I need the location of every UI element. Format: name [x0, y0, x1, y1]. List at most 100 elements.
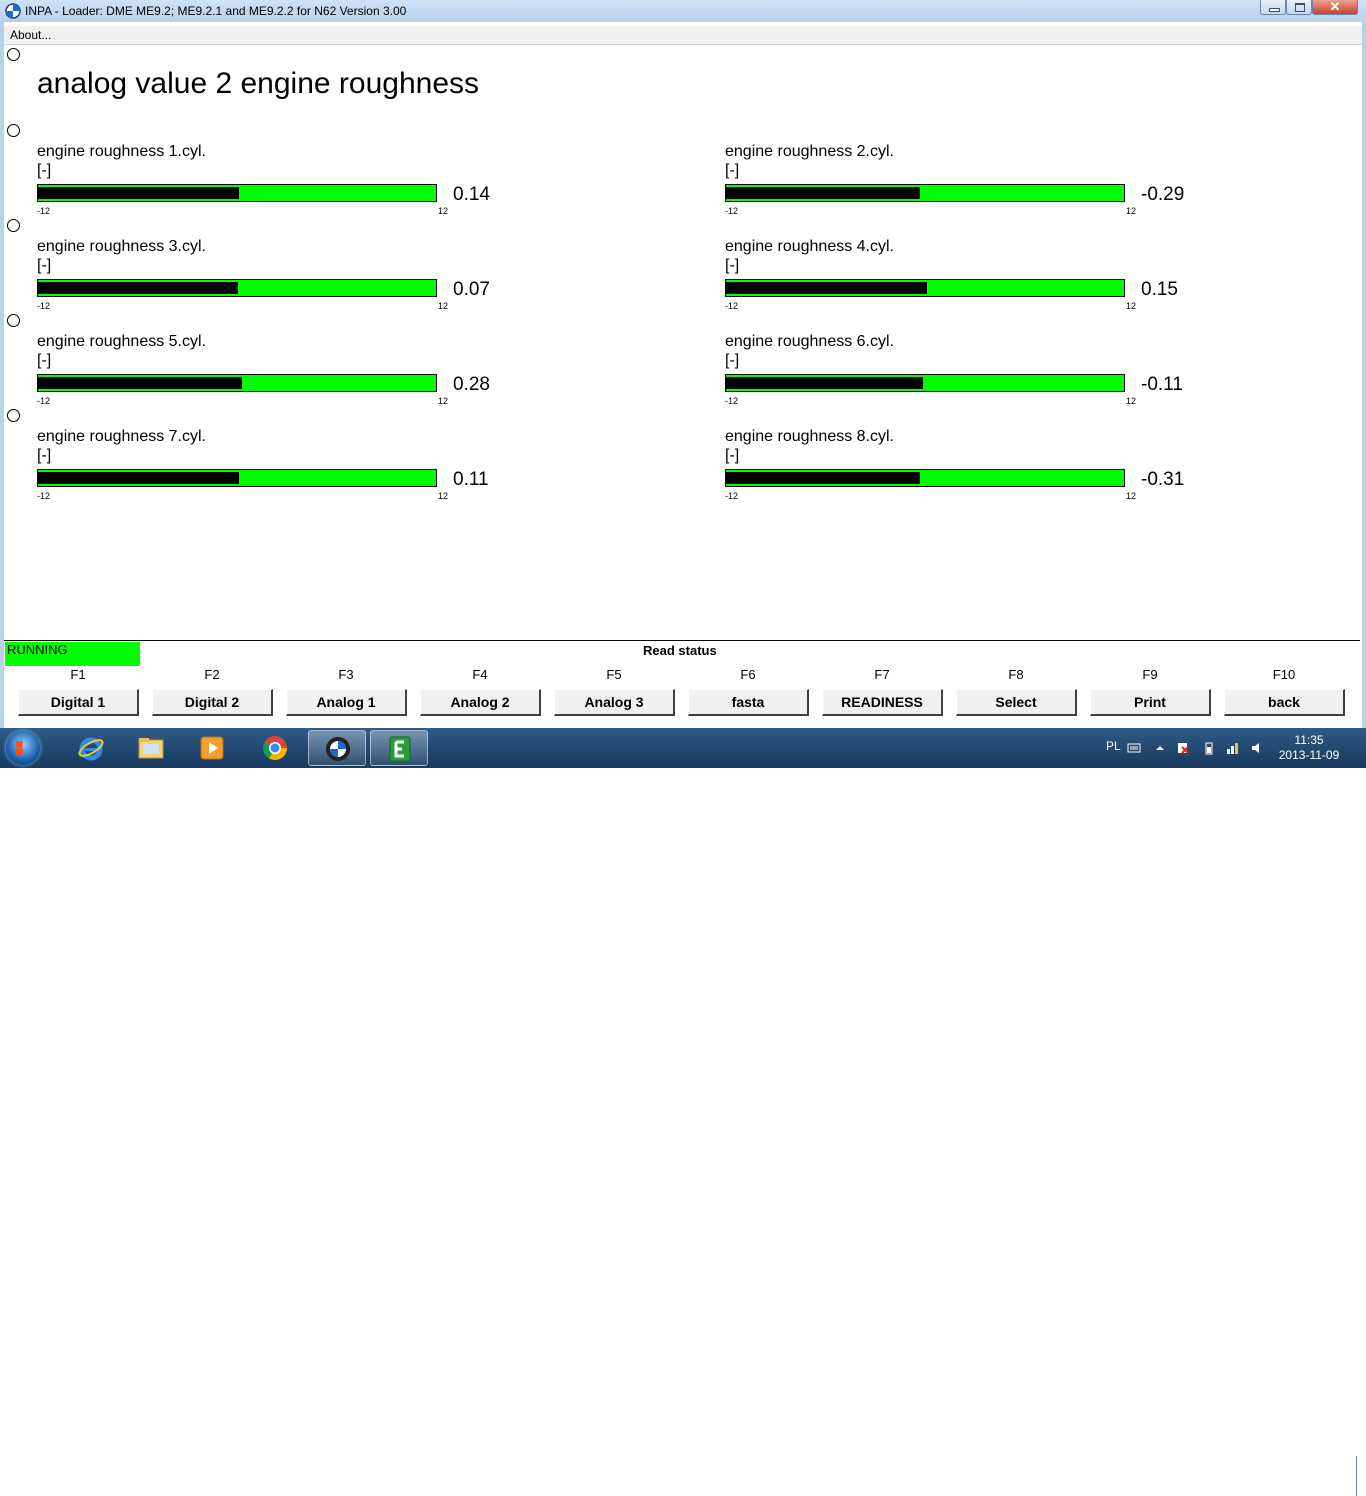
chrome-icon: [262, 736, 287, 761]
bmw-icon: [326, 737, 350, 761]
meter-unit: [-]: [725, 447, 740, 464]
meter-label: engine roughness 1.cyl.: [37, 143, 206, 160]
meter-value: 0.14: [453, 184, 490, 205]
meter-unit: [-]: [37, 162, 52, 179]
meter-value: -0.11: [1141, 374, 1183, 395]
meter-unit: [-]: [37, 447, 52, 464]
meter-bar: [725, 469, 1125, 487]
meter-bar-fill: [726, 472, 920, 484]
page-title: analog value 2 engine roughness: [37, 67, 480, 100]
fkey-button-f1[interactable]: Digital 1: [18, 689, 139, 716]
radio-button-3[interactable]: [7, 219, 20, 232]
meter-unit: [-]: [725, 162, 740, 179]
taskbar-internet-explorer[interactable]: [62, 730, 120, 766]
meter-unit: [-]: [725, 257, 740, 274]
meter-value: -0.31: [1141, 469, 1185, 490]
meter-min-label: -12: [37, 491, 51, 501]
fkey-label-f10: F10: [1272, 667, 1296, 682]
fkey-button-f9[interactable]: Print: [1090, 689, 1211, 716]
meter-bar-fill: [38, 377, 242, 389]
meter-unit: [-]: [37, 352, 52, 369]
client-area: [4, 45, 1360, 641]
language-indicator[interactable]: PL: [1106, 739, 1121, 753]
fkey-button-f3[interactable]: Analog 1: [286, 689, 407, 716]
window-title: INPA - Loader: DME ME9.2; ME9.2.1 and ME…: [25, 4, 407, 18]
fkey-label-f8: F8: [1008, 667, 1024, 682]
fkey-label-f1: F1: [70, 667, 86, 682]
clock[interactable]: 11:35 2013-11-09: [1275, 733, 1343, 763]
fkey-label-f5: F5: [606, 667, 622, 682]
fkey-button-f6[interactable]: fasta: [688, 689, 809, 716]
meter-label: engine roughness 2.cyl.: [725, 143, 894, 160]
minimize-button[interactable]: [1260, 0, 1286, 15]
meter-min-label: -12: [37, 206, 51, 216]
meter-max-label: 12: [438, 491, 449, 501]
meter-max-label: 12: [1126, 491, 1137, 501]
keyboard-icon[interactable]: [1127, 741, 1141, 755]
media-player-icon: [200, 736, 224, 760]
fkey-label-f2: F2: [204, 667, 220, 682]
meter-max-label: 12: [1126, 396, 1137, 406]
volume-icon[interactable]: [1250, 741, 1264, 755]
meter-min-label: -12: [37, 396, 51, 406]
meter-value: 0.15: [1141, 279, 1178, 300]
window-frame-right: [1362, 22, 1366, 728]
action-center-icon[interactable]: [1176, 741, 1190, 755]
meter-bar-fill: [726, 282, 927, 294]
meter-bar-fill: [726, 377, 923, 389]
meter-bar: [37, 184, 437, 202]
meter-bar: [725, 279, 1125, 297]
close-button[interactable]: ✕: [1312, 0, 1358, 15]
radio-button-4[interactable]: [7, 314, 20, 327]
menu-bar: About...: [4, 26, 1362, 45]
fkey-button-f8[interactable]: Select: [956, 689, 1077, 716]
fkey-label-f6: F6: [740, 667, 756, 682]
meter-label: engine roughness 7.cyl.: [37, 428, 206, 445]
read-status-label: Read status: [643, 643, 717, 658]
show-desktop-button[interactable]: [1356, 1456, 1366, 1496]
show-hidden-icons-icon[interactable]: [1153, 741, 1167, 755]
clock-date: 2013-11-09: [1278, 748, 1340, 762]
meter-bar: [37, 469, 437, 487]
meter-min-label: -12: [37, 301, 51, 311]
meter-value: 0.11: [453, 469, 489, 490]
start-button[interactable]: [6, 731, 40, 765]
fkey-button-f5[interactable]: Analog 3: [554, 689, 675, 716]
meter-bar-fill: [38, 187, 239, 199]
clock-time: 11:35: [1294, 733, 1324, 747]
fkey-button-f4[interactable]: Analog 2: [420, 689, 541, 716]
meter-bar-fill: [38, 472, 239, 484]
meter-bar: [725, 374, 1125, 392]
maximize-button[interactable]: [1286, 0, 1312, 15]
meter-value: 0.28: [453, 374, 490, 395]
meter-label: engine roughness 6.cyl.: [725, 333, 894, 350]
taskbar-media-player[interactable]: [183, 730, 241, 766]
internet-explorer-icon: [78, 737, 104, 761]
radio-button-2[interactable]: [7, 124, 20, 137]
meter-bar: [37, 374, 437, 392]
fkey-button-f2[interactable]: Digital 2: [152, 689, 273, 716]
menu-about[interactable]: About...: [10, 28, 51, 42]
radio-button-1[interactable]: [7, 48, 20, 61]
radio-button-5[interactable]: [7, 409, 20, 422]
meter-unit: [-]: [725, 352, 740, 369]
fkey-button-f10[interactable]: back: [1224, 689, 1345, 716]
meter-max-label: 12: [438, 301, 449, 311]
taskbar-ediabas[interactable]: [370, 730, 428, 766]
status-divider: [4, 640, 1360, 641]
network-icon[interactable]: [1226, 741, 1240, 755]
meter-bar-fill: [726, 187, 920, 199]
fkey-label-f3: F3: [338, 667, 354, 682]
taskbar-file-explorer[interactable]: [122, 730, 180, 766]
file-explorer-icon: [138, 738, 164, 759]
meter-label: engine roughness 3.cyl.: [37, 238, 206, 255]
meter-bar-fill: [38, 282, 238, 294]
meter-bar: [37, 279, 437, 297]
taskbar-chrome[interactable]: [246, 730, 304, 766]
meter-max-label: 12: [1126, 206, 1137, 216]
battery-icon[interactable]: [1202, 741, 1216, 755]
meter-value: 0.07: [453, 279, 490, 300]
ediabas-icon: [389, 736, 411, 762]
taskbar-bmw[interactable]: [308, 730, 366, 766]
fkey-button-f7[interactable]: READINESS: [822, 689, 943, 716]
